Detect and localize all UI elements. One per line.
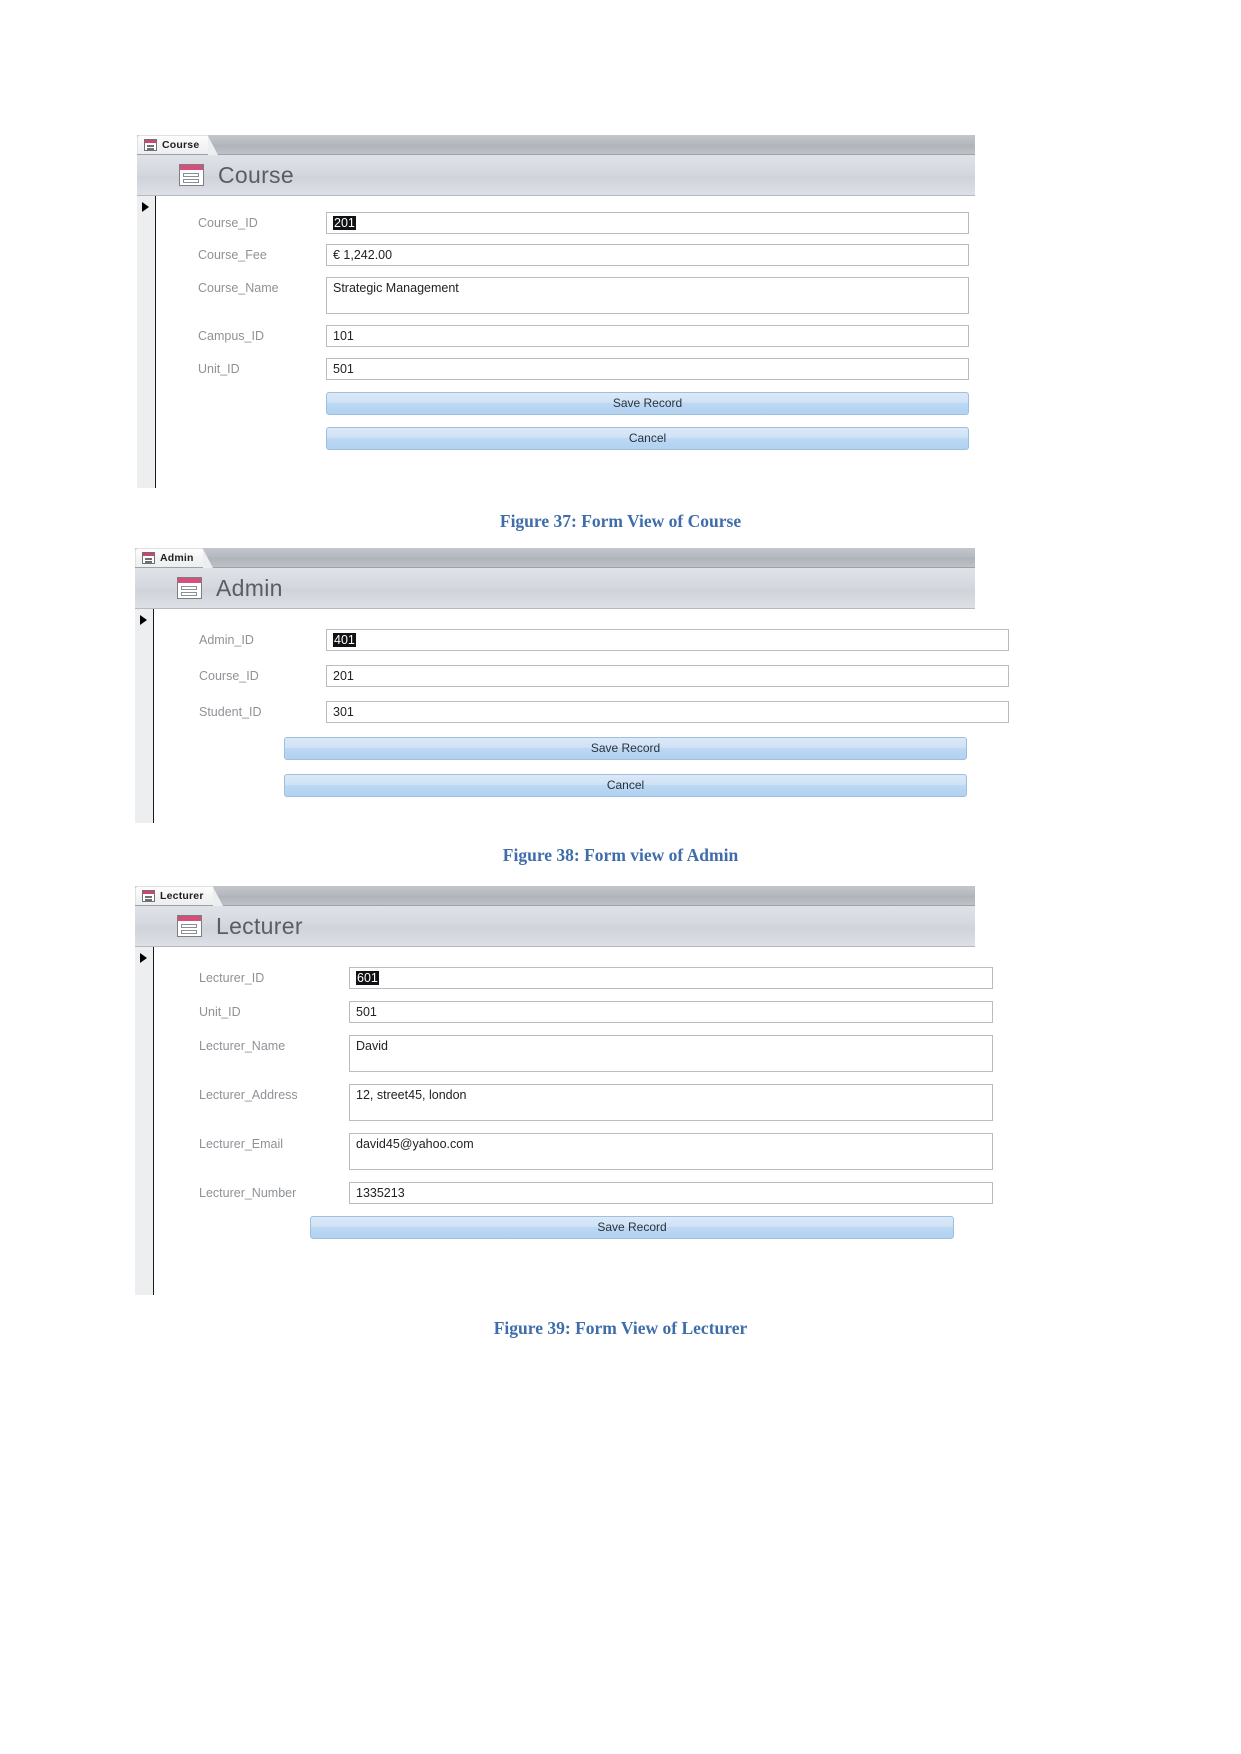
form-title: Course — [218, 161, 294, 188]
field-label-campus-id: Campus_ID — [198, 329, 264, 343]
field-value: 401 — [333, 633, 356, 647]
form-header-course: Course — [137, 155, 975, 196]
access-form-admin: Admin Admin Admin_ID 401 Course_ID 201 S… — [135, 548, 1009, 823]
form-icon — [142, 552, 155, 564]
record-arrow-icon — [140, 615, 147, 625]
record-arrow-icon — [140, 953, 147, 963]
field-input-lecturer-name[interactable]: David — [349, 1035, 993, 1072]
field-label-lecturer-email: Lecturer_Email — [199, 1137, 284, 1151]
record-arrow-icon — [142, 202, 149, 212]
figure-caption-37: Figure 37: Form View of Course — [499, 511, 742, 531]
field-row: Lecturer_Number 1335213 — [154, 1182, 993, 1204]
field-input-course-name[interactable]: Strategic Management — [326, 277, 969, 314]
field-row: Course_Name Strategic Management — [156, 277, 975, 314]
field-row: Lecturer_Email david45@yahoo.com — [154, 1133, 993, 1170]
field-input-admin-id[interactable]: 401 — [326, 629, 1009, 651]
field-row: Course_ID 201 — [156, 212, 975, 234]
field-input-lecturer-address[interactable]: 12, street45, london — [349, 1084, 993, 1121]
form-body-lecturer: Lecturer_ID 601 Unit_ID 501 Lecturer_Nam… — [135, 947, 993, 1295]
document-tabstrip-course: Course — [137, 135, 975, 155]
record-selector[interactable] — [135, 609, 154, 823]
field-input-unit-id[interactable]: 501 — [349, 1001, 993, 1023]
field-row: Lecturer_Address 12, street45, london — [154, 1084, 993, 1121]
field-label-admin-id: Admin_ID — [199, 633, 254, 647]
fields-area: Lecturer_ID 601 Unit_ID 501 Lecturer_Nam… — [154, 947, 993, 1295]
field-row: Unit_ID 501 — [154, 1001, 993, 1023]
document-tab-admin[interactable]: Admin — [135, 548, 213, 568]
field-row: Lecturer_Name David — [154, 1035, 993, 1072]
form-icon — [179, 164, 204, 186]
field-label-student-id: Student_ID — [199, 705, 262, 719]
field-label-lecturer-address: Lecturer_Address — [199, 1088, 298, 1102]
field-row: Admin_ID 401 — [154, 629, 1009, 651]
field-row: Course_ID 201 — [154, 665, 1009, 687]
field-value: 601 — [356, 971, 379, 985]
cancel-button[interactable]: Cancel — [284, 774, 967, 797]
form-icon — [177, 577, 202, 599]
fields-area: Admin_ID 401 Course_ID 201 Student_ID 30… — [154, 609, 1009, 823]
access-form-course: Course Course Course_ID 201 Course_Fee €… — [137, 135, 975, 488]
save-record-button[interactable]: Save Record — [326, 392, 969, 415]
form-body-admin: Admin_ID 401 Course_ID 201 Student_ID 30… — [135, 609, 1009, 823]
record-selector[interactable] — [135, 947, 154, 1295]
field-label-course-id: Course_ID — [198, 216, 258, 230]
field-row: Student_ID 301 — [154, 701, 1009, 723]
field-row: Unit_ID 501 — [156, 358, 975, 380]
form-title: Lecturer — [216, 912, 303, 939]
field-label-course-name: Course_Name — [198, 281, 279, 295]
field-input-lecturer-id[interactable]: 601 — [349, 967, 993, 989]
record-selector[interactable] — [137, 196, 156, 488]
document-page: Course Course Course_ID 201 Course_Fee €… — [0, 0, 1241, 1754]
form-icon — [177, 915, 202, 937]
document-tab-label: Course — [162, 139, 200, 151]
fields-area: Course_ID 201 Course_Fee € 1,242.00 Cour… — [156, 196, 975, 488]
document-tab-label: Admin — [160, 552, 194, 564]
field-input-course-id[interactable]: 201 — [326, 212, 969, 234]
field-label-unit-id: Unit_ID — [199, 1005, 241, 1019]
field-row: Campus_ID 101 — [156, 325, 975, 347]
access-form-lecturer: Lecturer Lecturer Lecturer_ID 601 Unit_I… — [135, 886, 993, 1295]
form-icon — [142, 890, 155, 902]
field-input-lecturer-email[interactable]: david45@yahoo.com — [349, 1133, 993, 1170]
field-label-lecturer-name: Lecturer_Name — [199, 1039, 286, 1053]
figure-caption-38: Figure 38: Form view of Admin — [502, 845, 739, 865]
field-input-course-id[interactable]: 201 — [326, 665, 1009, 687]
cancel-button[interactable]: Cancel — [326, 427, 969, 450]
field-input-campus-id[interactable]: 101 — [326, 325, 969, 347]
field-input-lecturer-number[interactable]: 1335213 — [349, 1182, 993, 1204]
field-input-unit-id[interactable]: 501 — [326, 358, 969, 380]
form-title: Admin — [216, 574, 283, 601]
document-tabstrip-lecturer: Lecturer — [135, 886, 975, 906]
field-label-lecturer-id: Lecturer_ID — [199, 971, 265, 985]
form-header-lecturer: Lecturer — [135, 906, 975, 947]
field-label-course-fee: Course_Fee — [198, 248, 267, 262]
save-record-button[interactable]: Save Record — [284, 737, 967, 760]
figure-caption-39: Figure 39: Form View of Lecturer — [493, 1318, 748, 1338]
form-body-course: Course_ID 201 Course_Fee € 1,242.00 Cour… — [137, 196, 975, 488]
document-tab-label: Lecturer — [160, 890, 204, 902]
document-tabstrip-admin: Admin — [135, 548, 975, 568]
field-input-course-fee[interactable]: € 1,242.00 — [326, 244, 969, 266]
form-icon — [144, 139, 157, 151]
document-tab-lecturer[interactable]: Lecturer — [135, 886, 223, 906]
form-header-admin: Admin — [135, 568, 975, 609]
field-row: Course_Fee € 1,242.00 — [156, 244, 975, 266]
field-label-lecturer-number: Lecturer_Number — [199, 1186, 297, 1200]
field-label-unit-id: Unit_ID — [198, 362, 240, 376]
field-label-course-id: Course_ID — [199, 669, 259, 683]
field-value: 201 — [333, 216, 356, 230]
save-record-button[interactable]: Save Record — [310, 1216, 954, 1239]
field-input-student-id[interactable]: 301 — [326, 701, 1009, 723]
field-row: Lecturer_ID 601 — [154, 967, 993, 989]
document-tab-course[interactable]: Course — [137, 135, 219, 155]
